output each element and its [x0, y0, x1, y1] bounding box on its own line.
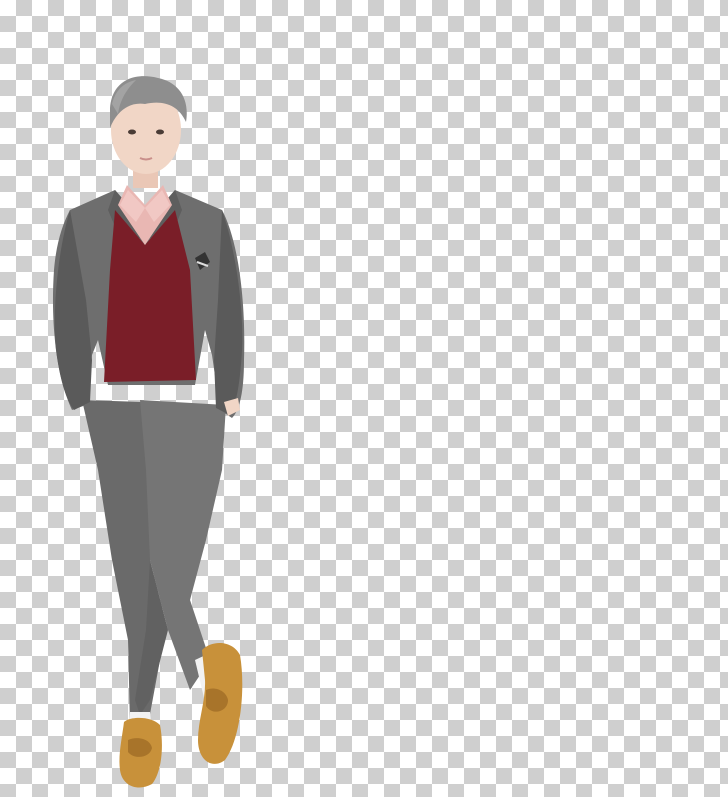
transparent-background: [0, 0, 728, 797]
person-figure: [52, 76, 245, 788]
head: [110, 76, 187, 174]
